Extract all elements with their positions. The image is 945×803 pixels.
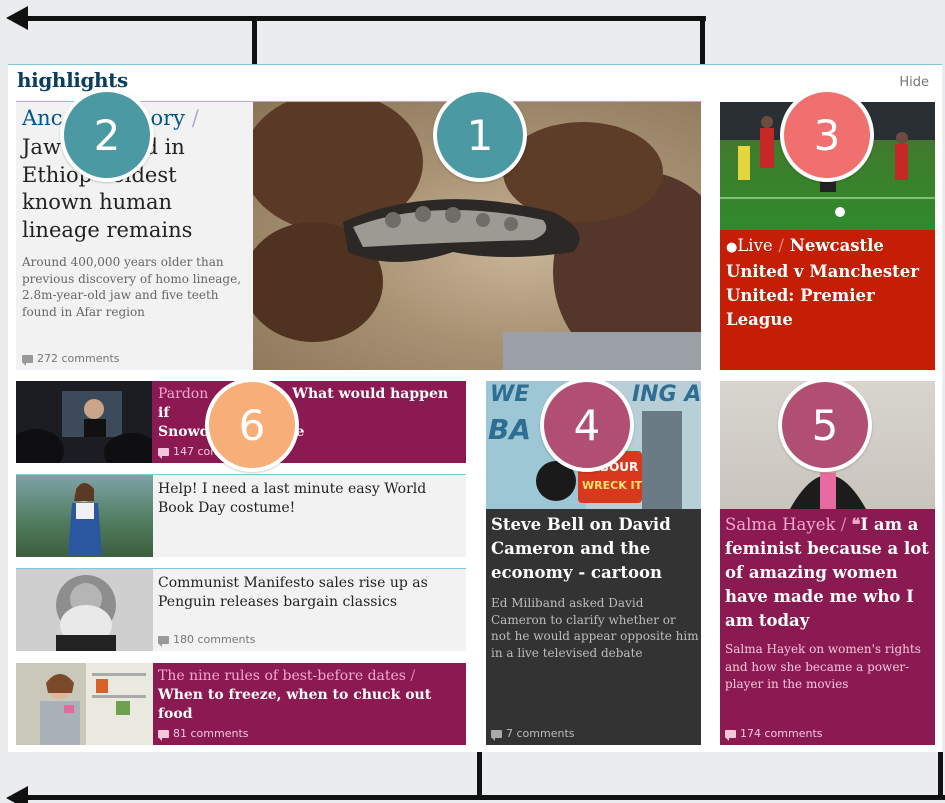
girl-costume-photo-illustration — [68, 483, 102, 555]
live-label: Live — [737, 236, 773, 255]
badge-2: 2 — [60, 88, 154, 182]
manifesto-headline: Communist Manifesto sales rise up as Pen… — [158, 575, 428, 610]
header-rule — [8, 64, 942, 65]
small-card-best-before[interactable]: The nine rules of best-before dates / Wh… — [16, 663, 466, 745]
lead-kicker-left: Anc — [22, 106, 63, 130]
lead-comments[interactable]: 272 comments — [22, 352, 119, 366]
small-card-manifesto[interactable]: Communist Manifesto sales rise up as Pen… — [16, 569, 466, 651]
badge-3: 3 — [780, 88, 874, 182]
fridge-woman-photo-illustration — [40, 663, 153, 745]
comment-icon — [158, 447, 169, 459]
cartoon-headline: Steve Bell on David Cameron and the econ… — [491, 515, 671, 582]
flow-arrow-top-horizontal — [26, 16, 706, 21]
book-day-photo — [16, 475, 153, 557]
cartoon-word-3: BA — [488, 413, 531, 446]
best-before-photo — [16, 663, 153, 745]
book-day-headline: Help! I need a last minute easy World Bo… — [158, 481, 427, 516]
feature-separator: / — [840, 515, 847, 534]
live-headline: ●Live / Newcastle United v Manchester Un… — [726, 236, 919, 329]
live-separator: / — [778, 236, 784, 255]
karl-marx-portrait-illustration — [56, 575, 116, 651]
flow-arrow-bottom-horizontal — [26, 795, 945, 800]
comment-icon — [22, 354, 33, 366]
lead-kicker-right: ory — [150, 106, 185, 130]
badge-1: 1 — [433, 88, 527, 182]
best-before-kicker: The nine rules of best-before dates — [158, 668, 406, 684]
snowden-kicker: Pardon — [158, 386, 209, 402]
badge-4: 4 — [540, 378, 634, 472]
cartoon-word-2: ING A — [632, 382, 701, 407]
cartoon-comments[interactable]: 7 comments — [491, 727, 575, 741]
feature-standfirst: Salma Hayek on women's rights and how sh… — [725, 642, 921, 691]
feature-kicker: Salma Hayek — [725, 515, 836, 534]
badge-6: 6 — [205, 378, 299, 472]
flow-arrow-bottom-left-stem — [477, 752, 482, 800]
lead-standfirst: Around 400,000 years older than previous… — [22, 255, 242, 319]
comment-icon — [491, 729, 502, 741]
flow-arrow-top-right-stem — [700, 16, 705, 66]
snowden-photo — [16, 381, 152, 463]
flow-arrow-top-head — [6, 6, 28, 30]
cartoon-word-1: WE — [490, 382, 529, 407]
comment-icon — [158, 729, 169, 741]
snowden-screen-photo-illustration — [16, 391, 152, 463]
best-before-separator: / — [410, 668, 416, 684]
best-before-comments[interactable]: 81 comments — [158, 727, 249, 741]
manifesto-comments[interactable]: 180 comments — [158, 633, 255, 647]
flow-arrow-top-left-stem — [252, 16, 257, 66]
flow-arrow-bottom-head — [6, 786, 28, 803]
flow-arrow-bottom-right-stem — [938, 752, 943, 800]
cartoon-word-5: WRECK IT — [582, 479, 643, 492]
hide-link[interactable]: Hide — [899, 75, 929, 90]
live-dot-icon: ● — [726, 240, 738, 255]
snowden-headline: Pardon What would happen if Snowd e — [158, 386, 449, 440]
small-card-book-day[interactable]: Help! I need a last minute easy World Bo… — [16, 475, 466, 557]
feature-comments[interactable]: 174 comments — [725, 727, 822, 741]
marx-photo — [16, 569, 153, 651]
feature-headline: Salma Hayek / ❝I am a feminist because a… — [725, 515, 929, 630]
badge-5: 5 — [778, 378, 872, 472]
cartoon-standfirst: Ed Miliband asked David Cameron to clari… — [491, 596, 699, 660]
comment-icon — [725, 729, 736, 741]
lead-kicker-separator: / — [191, 106, 199, 130]
best-before-headline: The nine rules of best-before dates / Wh… — [158, 668, 432, 722]
comment-icon — [158, 635, 169, 647]
